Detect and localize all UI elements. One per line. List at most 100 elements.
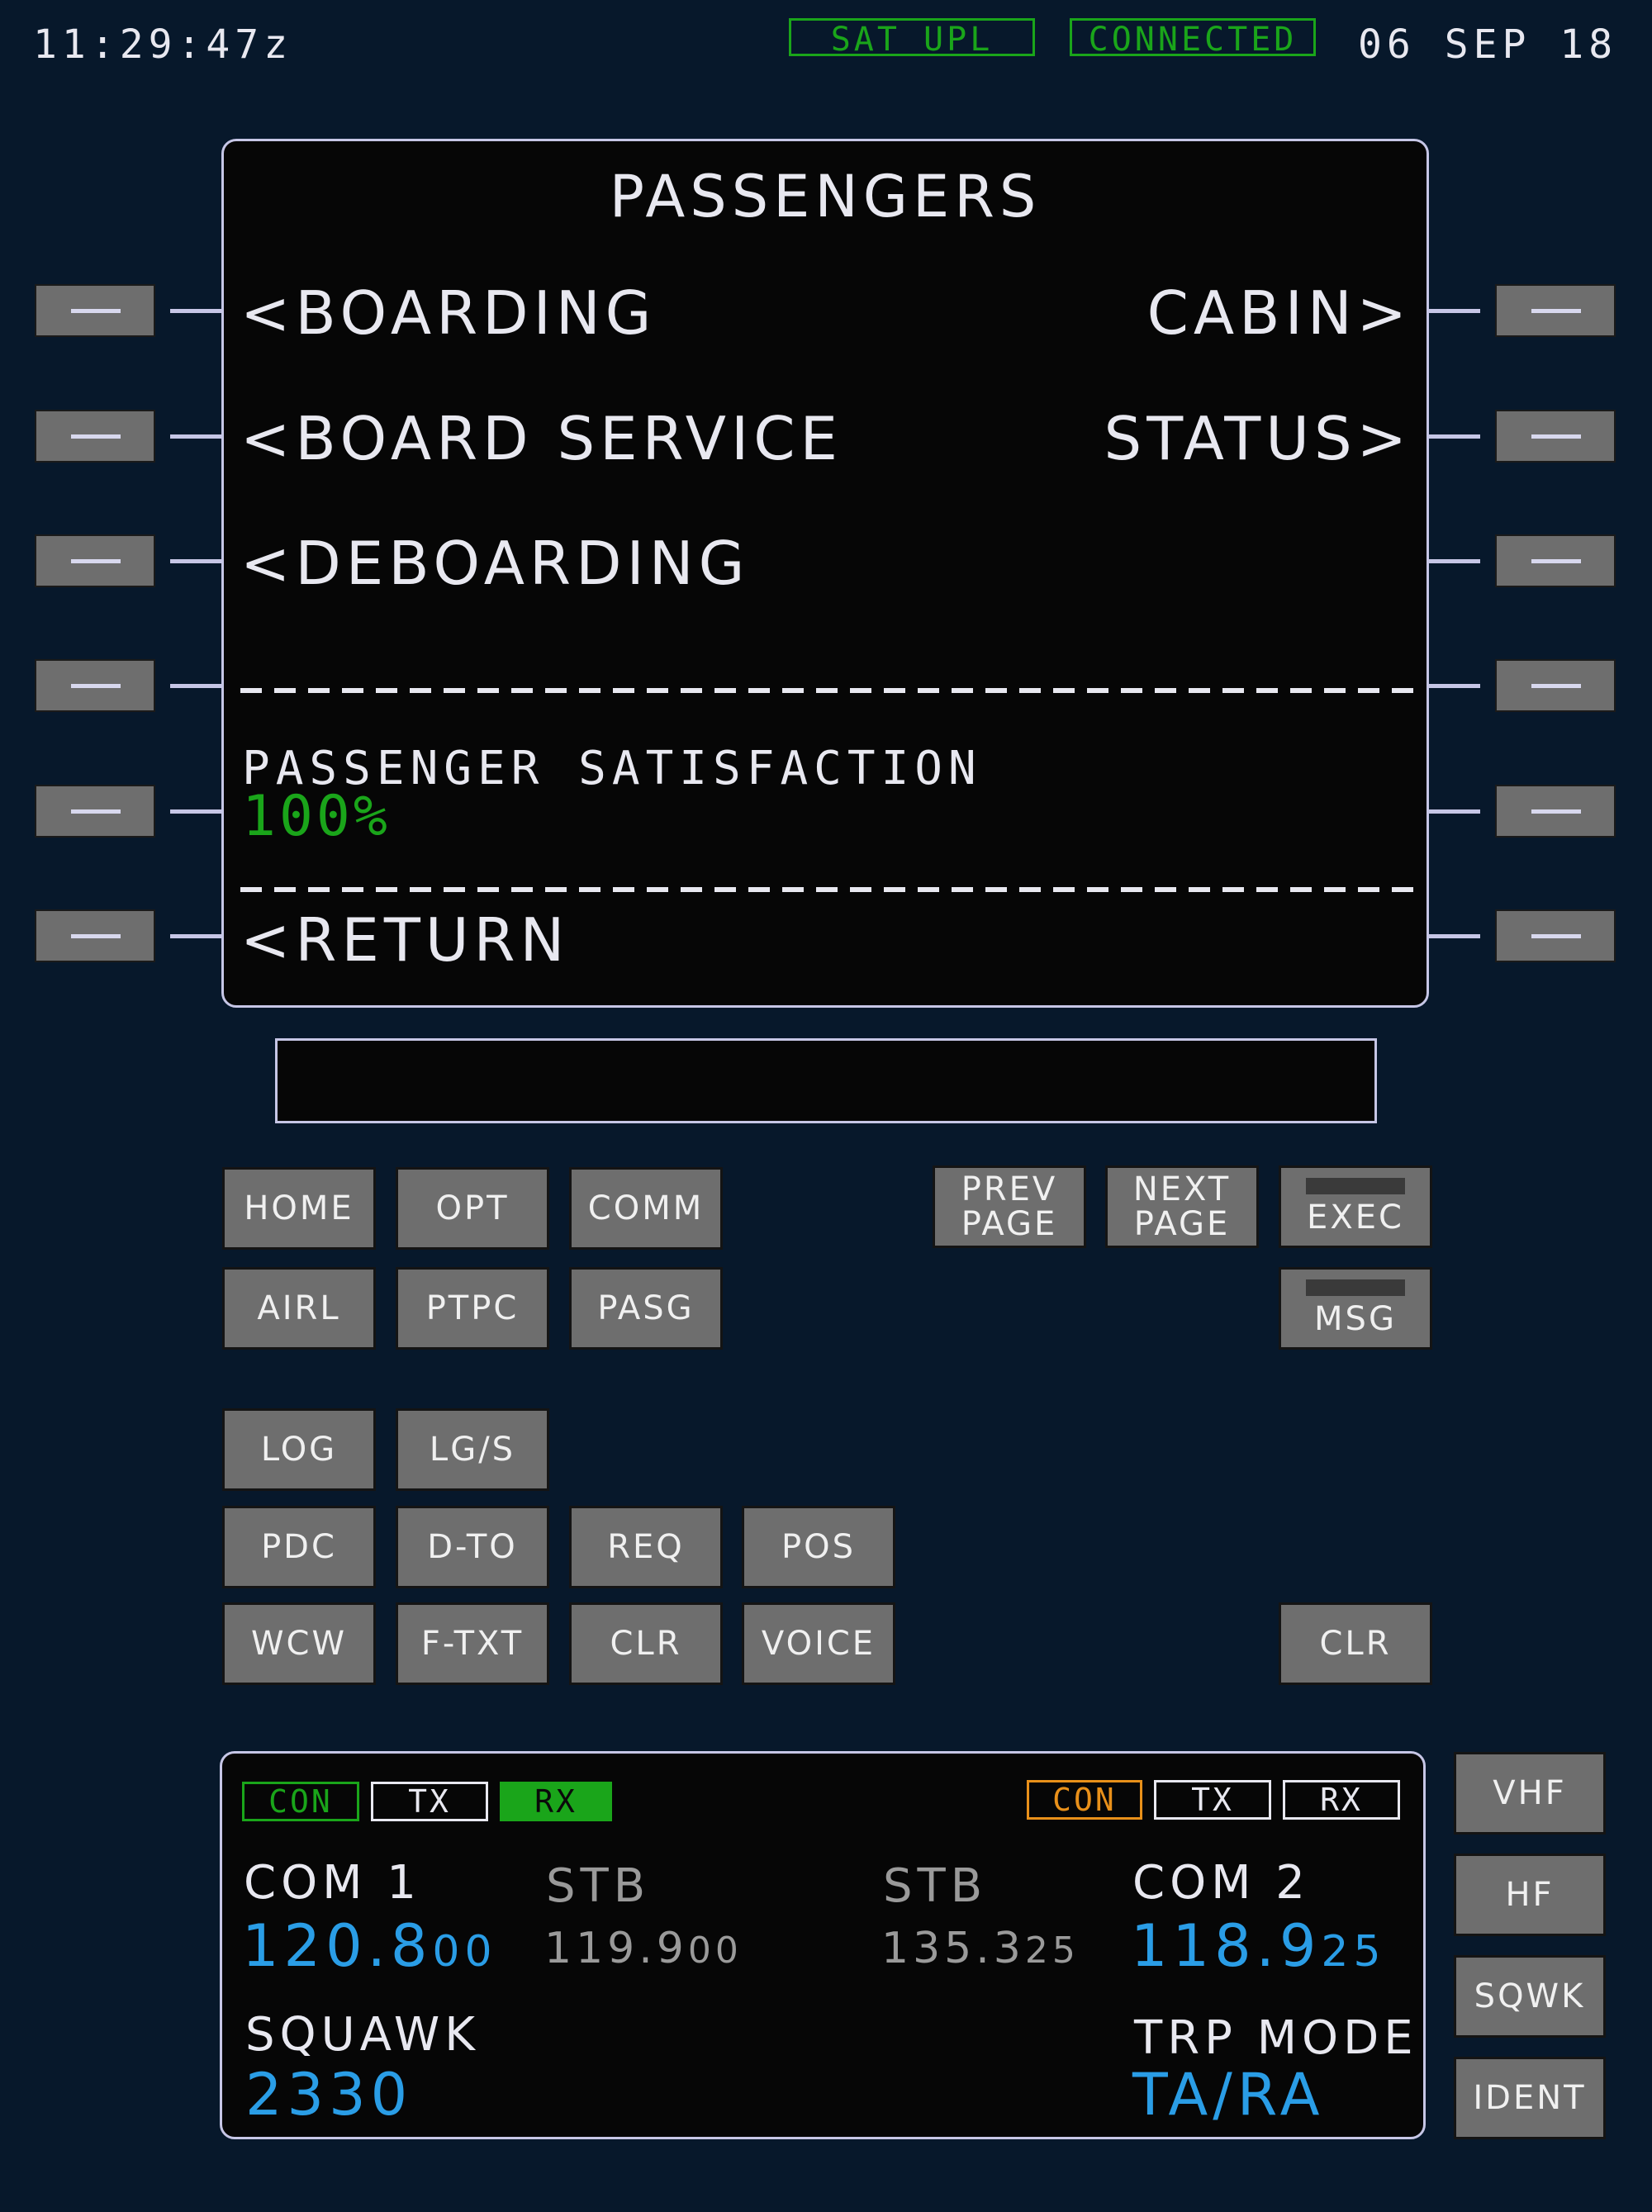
trp-mode-label: TRP MODE xyxy=(1134,2011,1418,2065)
lsk-right-2[interactable] xyxy=(1495,410,1616,463)
return-option[interactable]: <RETURN xyxy=(240,905,569,975)
squawk-code[interactable]: 2330 xyxy=(245,2061,412,2129)
com2-active-frequency[interactable]: 118.925 xyxy=(1131,1912,1386,1980)
lsk-connector xyxy=(170,809,221,814)
lsk-right-4[interactable] xyxy=(1495,659,1616,712)
comm-button[interactable]: COMM xyxy=(569,1167,723,1250)
squawk-label: SQUAWK xyxy=(245,2008,480,2062)
msg-button[interactable]: MSG xyxy=(1279,1267,1432,1350)
lsk-left-2[interactable] xyxy=(35,410,155,463)
home-button[interactable]: HOME xyxy=(222,1167,376,1250)
cabin-option[interactable]: CABIN> xyxy=(1147,278,1412,348)
com2-rx-indicator: RX xyxy=(1283,1780,1400,1820)
com1-active-main: 120.8 xyxy=(242,1912,433,1980)
com2-active-main: 118.9 xyxy=(1131,1912,1322,1980)
cdu-screen: PASSENGERS <BOARDING <BOARD SERVICE <DEB… xyxy=(221,139,1429,1008)
next-page-button[interactable]: NEXT PAGE xyxy=(1105,1165,1259,1248)
lsk-connector xyxy=(170,309,221,313)
voice-button[interactable]: VOICE xyxy=(742,1602,895,1685)
separator-line xyxy=(240,688,1417,693)
com1-standby-main: 119.9 xyxy=(544,1924,688,1973)
trp-mode-value[interactable]: TA/RA xyxy=(1132,2061,1324,2129)
com1-active-frequency[interactable]: 120.800 xyxy=(242,1912,497,1980)
wcw-button[interactable]: WCW xyxy=(222,1602,376,1685)
com1-standby-tail: 00 xyxy=(687,1930,743,1972)
opt-button[interactable]: OPT xyxy=(396,1167,549,1250)
req-button[interactable]: REQ xyxy=(569,1506,723,1588)
sat-uplink-indicator: SAT UPL xyxy=(789,18,1035,59)
d-to-button[interactable]: D-TO xyxy=(396,1506,549,1588)
hf-button[interactable]: HF xyxy=(1454,1854,1606,1936)
com2-standby-main: 135.3 xyxy=(881,1924,1025,1973)
lsk-connector xyxy=(1429,684,1480,688)
lsk-connector xyxy=(1429,559,1480,563)
msg-lamp xyxy=(1306,1279,1405,1296)
lsk-connector xyxy=(170,559,221,563)
lsk-right-1[interactable] xyxy=(1495,284,1616,337)
com1-standby-frequency[interactable]: 119.900 xyxy=(544,1924,743,1973)
satisfaction-value: 100% xyxy=(242,784,391,849)
lsk-right-6[interactable] xyxy=(1495,909,1616,962)
lsk-connector xyxy=(170,934,221,938)
lsk-left-3[interactable] xyxy=(35,534,155,587)
next-page-label-2: PAGE xyxy=(1133,1205,1231,1243)
lsk-connector xyxy=(170,434,221,439)
lgs-button[interactable]: LG/S xyxy=(396,1408,549,1491)
pasg-button[interactable]: PASG xyxy=(569,1267,723,1350)
com2-standby-label: STB xyxy=(883,1859,988,1913)
com2-active-tail: 25 xyxy=(1321,1927,1386,1977)
date: 06 SEP 18 xyxy=(1358,21,1618,68)
utc-time: 11:29:47z xyxy=(33,21,293,68)
airl-button[interactable]: AIRL xyxy=(222,1267,376,1350)
next-page-label-1: NEXT xyxy=(1132,1170,1232,1208)
exec-button[interactable]: EXEC xyxy=(1279,1165,1432,1248)
com2-tx-indicator: TX xyxy=(1154,1780,1271,1820)
com1-label: COM 1 xyxy=(244,1856,421,1910)
separator-line xyxy=(240,887,1417,892)
log-button[interactable]: LOG xyxy=(222,1408,376,1491)
exec-label: EXEC xyxy=(1307,1199,1404,1237)
exec-lamp xyxy=(1306,1178,1405,1194)
com2-standby-frequency[interactable]: 135.325 xyxy=(881,1924,1080,1973)
lsk-connector xyxy=(1429,809,1480,814)
board-service-option[interactable]: <BOARD SERVICE xyxy=(240,404,843,473)
clr-button-right[interactable]: CLR xyxy=(1279,1602,1432,1685)
com1-standby-label: STB xyxy=(546,1859,651,1913)
radio-panel: CON TX RX CON TX RX COM 1 120.800 STB 11… xyxy=(220,1751,1426,2139)
com2-con-indicator: CON xyxy=(1027,1780,1142,1820)
lsk-connector xyxy=(1429,434,1480,439)
connected-indicator: CONNECTED xyxy=(1070,18,1316,59)
com1-active-tail: 00 xyxy=(432,1927,497,1977)
lsk-left-4[interactable] xyxy=(35,659,155,712)
deboarding-option[interactable]: <DEBOARDING xyxy=(240,529,749,598)
lsk-left-5[interactable] xyxy=(35,785,155,838)
scratchpad xyxy=(275,1038,1377,1123)
lsk-connector xyxy=(170,684,221,688)
boarding-option[interactable]: <BOARDING xyxy=(240,278,656,348)
lsk-left-1[interactable] xyxy=(35,284,155,337)
com2-standby-tail: 25 xyxy=(1024,1930,1080,1972)
f-txt-button[interactable]: F-TXT xyxy=(396,1602,549,1685)
lsk-left-6[interactable] xyxy=(35,909,155,962)
lsk-right-3[interactable] xyxy=(1495,534,1616,587)
sqwk-button[interactable]: SQWK xyxy=(1454,1955,1606,2038)
com2-label: COM 2 xyxy=(1132,1856,1310,1910)
page-title: PASSENGERS xyxy=(609,163,1042,230)
ident-button[interactable]: IDENT xyxy=(1454,2057,1606,2139)
pdc-button[interactable]: PDC xyxy=(222,1506,376,1588)
prev-page-label-1: PREV xyxy=(961,1170,1058,1208)
pos-button[interactable]: POS xyxy=(742,1506,895,1588)
msg-label: MSG xyxy=(1314,1300,1397,1338)
ptpc-button[interactable]: PTPC xyxy=(396,1267,549,1350)
clr-button[interactable]: CLR xyxy=(569,1602,723,1685)
com1-rx-indicator: RX xyxy=(500,1782,612,1821)
lsk-right-5[interactable] xyxy=(1495,785,1616,838)
prev-page-label-2: PAGE xyxy=(961,1205,1058,1243)
lsk-connector xyxy=(1429,309,1480,313)
status-option[interactable]: STATUS> xyxy=(1104,404,1412,473)
lsk-connector xyxy=(1429,934,1480,938)
vhf-button[interactable]: VHF xyxy=(1454,1752,1606,1835)
com1-con-indicator: CON xyxy=(242,1782,359,1821)
com1-tx-indicator: TX xyxy=(371,1782,488,1821)
prev-page-button[interactable]: PREV PAGE xyxy=(933,1165,1086,1248)
